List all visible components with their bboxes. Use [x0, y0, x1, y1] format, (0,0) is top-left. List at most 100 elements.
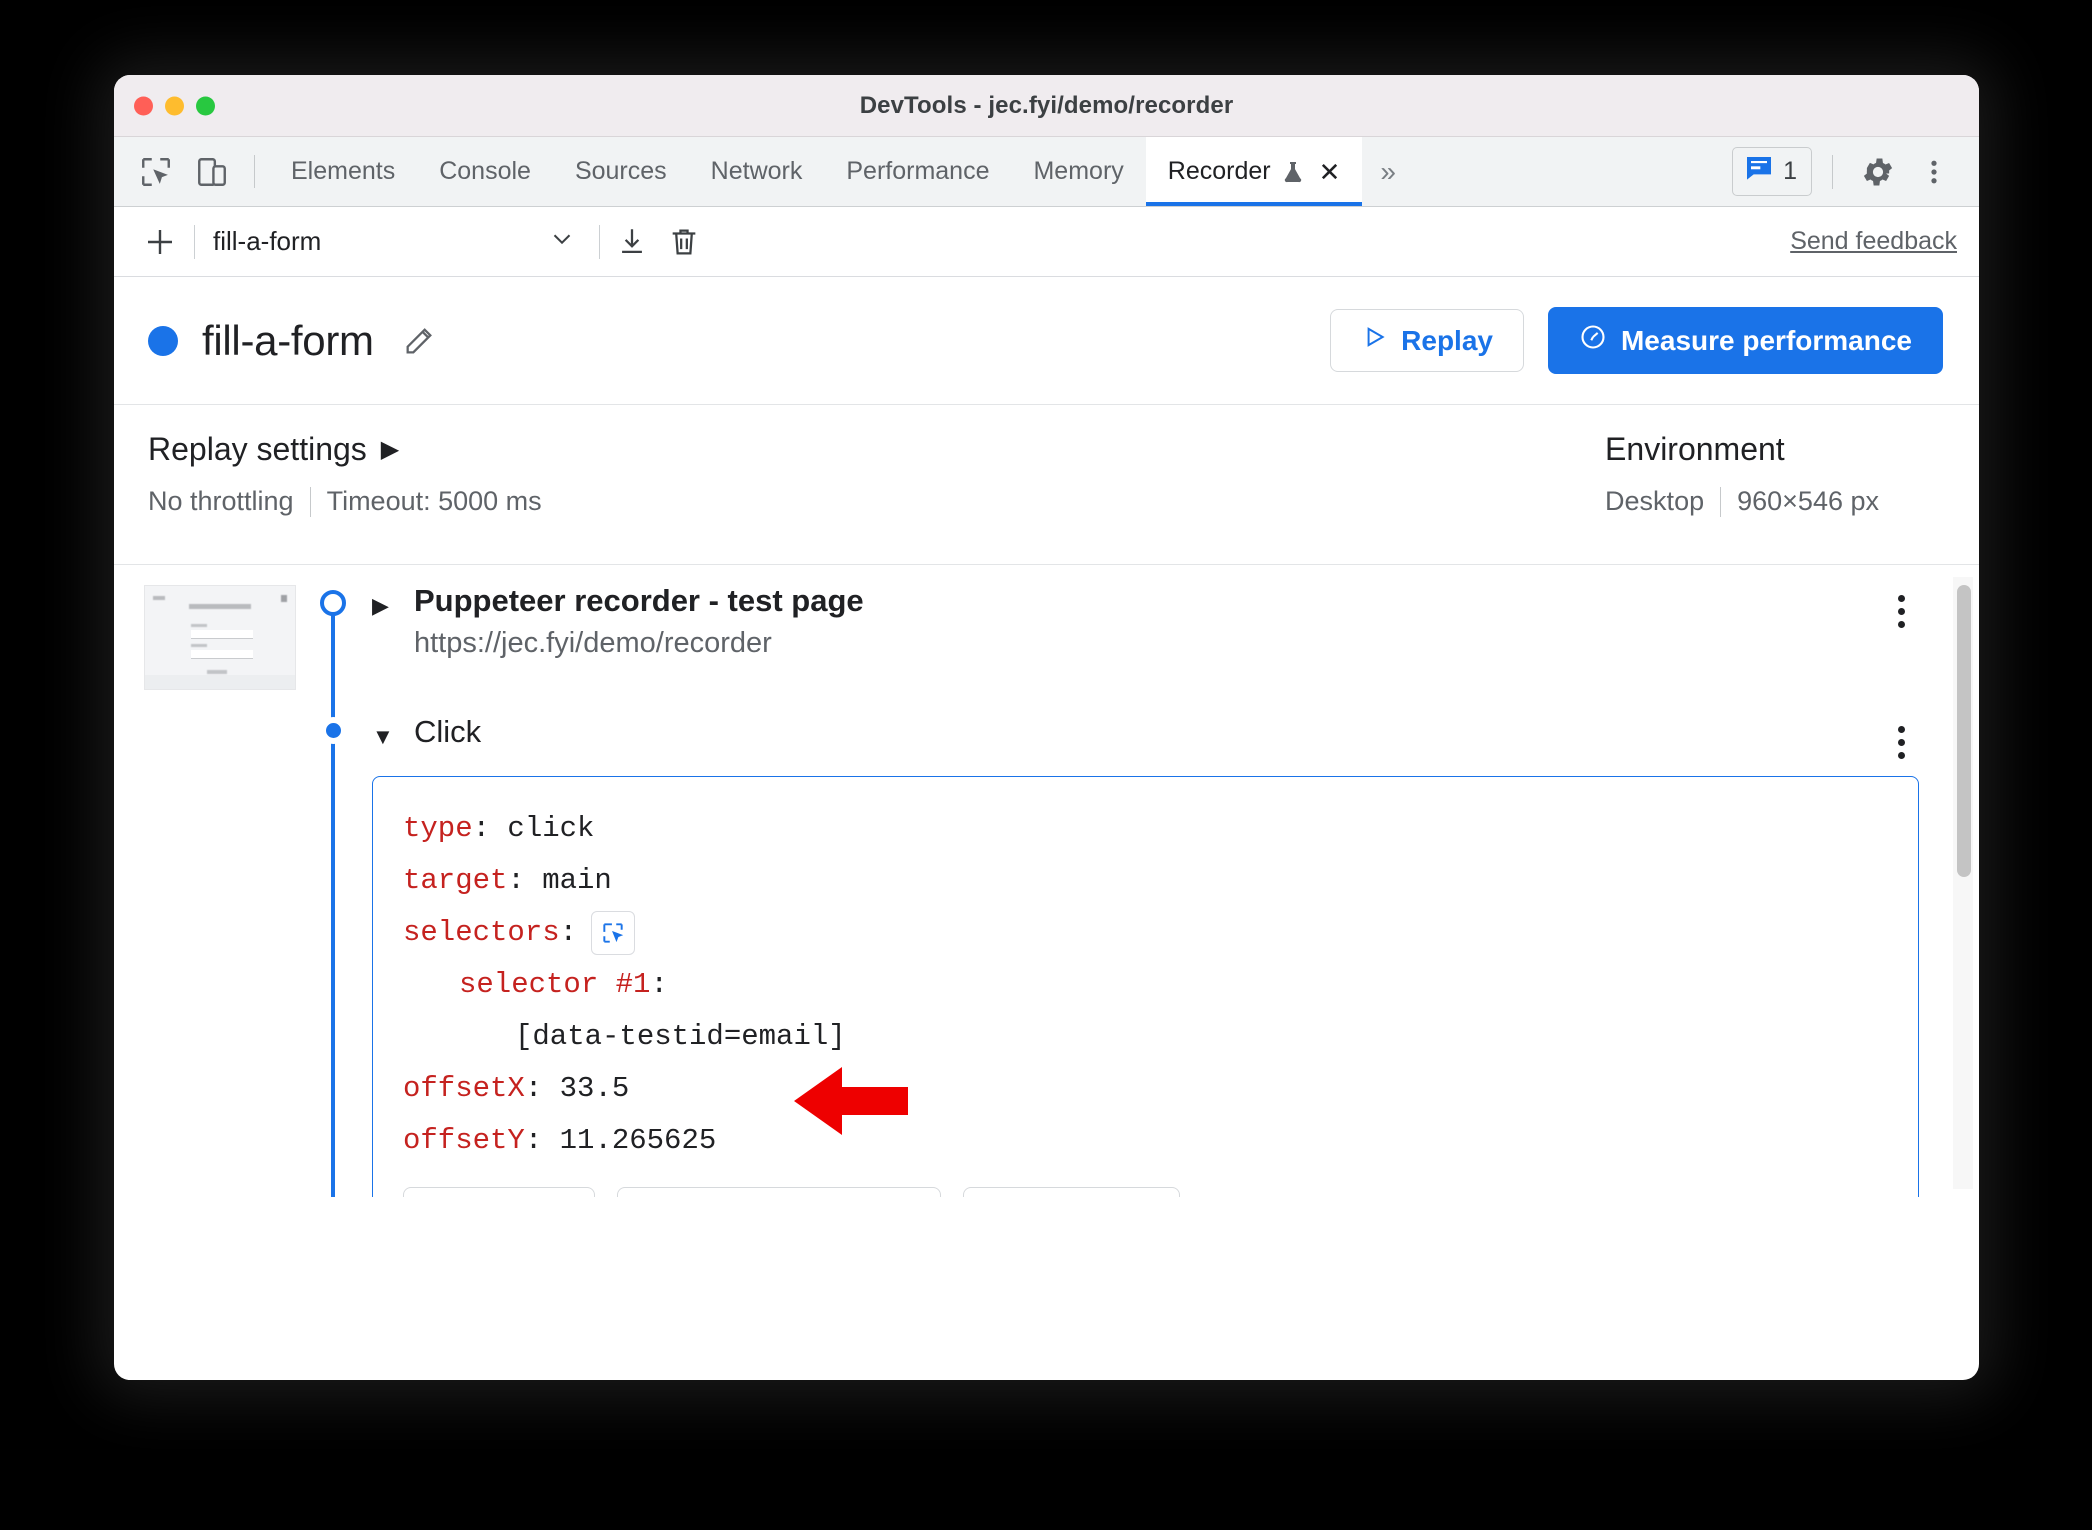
replay-settings-col: Replay settings ▶ No throttling Timeout:…: [148, 431, 542, 564]
thumb-field: [191, 630, 253, 639]
window-traffic-lights[interactable]: [134, 96, 215, 115]
code-value-target: : main: [507, 864, 612, 897]
pencil-icon[interactable]: [396, 318, 442, 364]
selector-picker-icon[interactable]: [591, 911, 636, 955]
click-step-menu-icon[interactable]: [1883, 720, 1919, 764]
device-value: Desktop: [1605, 486, 1705, 516]
code-key-selectors: selectors: [403, 916, 560, 949]
issues-chip[interactable]: 1: [1732, 147, 1812, 196]
navigate-step-menu-icon[interactable]: [1883, 589, 1919, 633]
thumb-submit: [207, 670, 227, 674]
thumb-corner-icon: [281, 595, 287, 602]
toolbar-divider-2: [599, 224, 600, 259]
click-step-label: Click: [414, 714, 482, 749]
screenshot-stage: DevTools - jec.fyi/demo/recorder Element…: [0, 0, 2092, 1530]
thumb-field-label: [191, 644, 207, 647]
window-titlebar: DevTools - jec.fyi/demo/recorder: [114, 75, 1979, 137]
trash-icon[interactable]: [658, 216, 710, 268]
navigate-step-title: Puppeteer recorder - test page: [414, 583, 864, 618]
scrollbar-thumb[interactable]: [1957, 585, 1971, 877]
environment-values: Desktop 960×546 px: [1605, 486, 1879, 517]
devtools-window: DevTools - jec.fyi/demo/recorder Element…: [114, 75, 1979, 1380]
replay-settings-toggle[interactable]: Replay settings ▶: [148, 431, 542, 468]
add-buttons-row: Add frame Add assertedEvents Add timeout: [403, 1187, 1888, 1197]
tab-label: Elements: [291, 157, 396, 185]
tab-label: Performance: [846, 157, 990, 185]
code-key-offsety: offsetY: [403, 1124, 525, 1157]
create-recording-button[interactable]: [134, 216, 186, 268]
code-line-selectors: selectors:: [403, 907, 1888, 959]
tab-network[interactable]: Network: [689, 137, 825, 206]
maximize-window-button[interactable]: [196, 96, 215, 115]
step-navigate[interactable]: ▶ Puppeteer recorder - test page https:/…: [372, 583, 1919, 660]
steps-scrollbar[interactable]: [1953, 577, 1973, 1189]
measure-performance-label: Measure performance: [1620, 324, 1912, 356]
timeline-node-start: [320, 590, 346, 616]
value-divider-2: [1720, 486, 1722, 517]
settings-row: Replay settings ▶ No throttling Timeout:…: [114, 405, 1979, 565]
tab-label: Network: [710, 157, 803, 185]
code-key-selector1: selector #1: [459, 968, 651, 1001]
inspect-element-icon[interactable]: [128, 137, 184, 206]
minimize-window-button[interactable]: [165, 96, 184, 115]
recording-status-dot: [148, 325, 178, 356]
code-line-offsety: offsetY: 11.265625: [403, 1115, 1888, 1167]
more-tabs-icon[interactable]: »: [1362, 137, 1414, 206]
click-step-details: type: click target: main selectors: sele…: [372, 776, 1919, 1197]
device-toolbar-icon[interactable]: [184, 137, 240, 206]
chevron-down-icon: [547, 224, 577, 259]
viewport-value: 960×546 px: [1737, 486, 1879, 516]
tab-console[interactable]: Console: [417, 137, 553, 206]
close-window-button[interactable]: [134, 96, 153, 115]
add-timeout-button[interactable]: Add timeout: [962, 1187, 1180, 1197]
tab-sources[interactable]: Sources: [553, 137, 689, 206]
collapse-click-icon[interactable]: ▼: [372, 726, 398, 748]
thumb-footer: [145, 675, 295, 689]
navigate-step-url: https://jec.fyi/demo/recorder: [414, 627, 772, 659]
tabbar-actions-divider: [1832, 154, 1833, 189]
replay-settings-label: Replay settings: [148, 431, 367, 467]
close-recorder-tab-icon[interactable]: ✕: [1319, 159, 1341, 185]
tabbar-actions: 1: [1732, 137, 1979, 206]
add-frame-button[interactable]: Add frame: [403, 1187, 596, 1197]
code-line-type: type: click: [403, 803, 1888, 855]
download-icon[interactable]: [606, 216, 658, 268]
environment-col: Environment Desktop 960×546 px: [1605, 431, 1945, 564]
recording-select[interactable]: fill-a-form: [213, 224, 593, 259]
replay-settings-values: No throttling Timeout: 5000 ms: [148, 486, 542, 517]
recording-title: fill-a-form: [202, 316, 374, 364]
recording-header: fill-a-form Replay Measure performance: [114, 277, 1979, 405]
timeline-node-click: [326, 723, 341, 738]
code-key-offsetx: offsetX: [403, 1072, 525, 1105]
code-key-target: target: [403, 864, 508, 897]
thumb-logo: [153, 596, 165, 600]
replay-button[interactable]: Replay: [1330, 309, 1524, 372]
tab-recorder[interactable]: Recorder ✕: [1145, 137, 1363, 206]
tab-elements[interactable]: Elements: [269, 137, 417, 206]
issues-message-icon: [1743, 153, 1775, 190]
code-line-selector1: selector #1:: [403, 959, 1888, 1011]
measure-performance-button[interactable]: Measure performance: [1547, 307, 1943, 374]
send-feedback-link[interactable]: Send feedback: [1790, 227, 1957, 256]
value-divider: [309, 486, 311, 517]
click-step-body: Click: [414, 714, 1919, 750]
code-key-type: type: [403, 812, 473, 845]
more-vertical-icon[interactable]: [1909, 147, 1959, 197]
code-line-selector1-value[interactable]: [data-testid=email]: [403, 1011, 1888, 1063]
code-line-offsetx: offsetX: 33.5: [403, 1063, 1888, 1115]
click-step-header[interactable]: ▼ Click: [372, 714, 1919, 759]
step-thumbnail-col: [114, 565, 314, 1197]
tab-performance[interactable]: Performance: [824, 137, 1011, 206]
toolbar-divider: [194, 224, 195, 259]
environment-label: Environment: [1605, 431, 1785, 467]
code-line-target: target: main: [403, 855, 1888, 907]
steps-content: ▶ Puppeteer recorder - test page https:/…: [350, 565, 1979, 1197]
tab-memory[interactable]: Memory: [1011, 137, 1145, 206]
navigate-step-body: Puppeteer recorder - test page https://j…: [414, 583, 1919, 660]
code-value-selectors: :: [559, 916, 578, 949]
add-assertedevents-button[interactable]: Add assertedEvents: [617, 1187, 941, 1197]
gear-icon[interactable]: [1853, 147, 1903, 197]
thumb-heading: [189, 604, 251, 609]
code-value-offsety: : 11.265625: [524, 1124, 717, 1157]
expand-navigate-icon[interactable]: ▶: [372, 595, 398, 617]
